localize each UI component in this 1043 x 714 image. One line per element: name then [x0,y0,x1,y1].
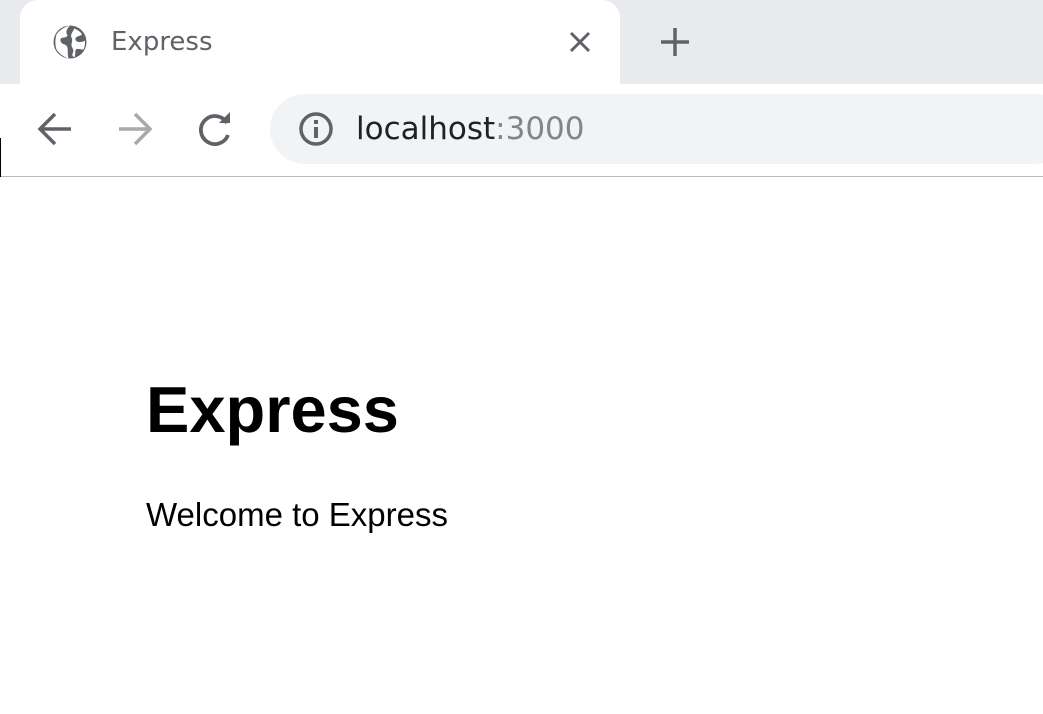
url-port: :3000 [495,111,585,147]
url-text[interactable]: localhost:3000 [356,109,585,149]
tab-express[interactable] [20,0,620,84]
toolbar: localhost:3000 [0,84,1043,177]
back-button[interactable] [35,109,75,149]
globe-icon [53,25,87,59]
address-bar[interactable]: localhost:3000 [270,94,1043,164]
reload-button[interactable] [195,109,235,149]
new-tab-button[interactable] [656,23,694,61]
forward-button[interactable] [115,109,155,149]
info-icon[interactable] [298,111,334,147]
tab-strip: Express [0,0,1043,84]
tab-title: Express [111,27,213,57]
page-content: Express Welcome to Express [0,177,1043,714]
page-title: Express [146,373,399,446]
url-host: localhost [356,111,496,147]
browser-window: Express localhost:3000 Express Welcome t… [0,0,1043,714]
welcome-text: Welcome to Express [146,496,448,533]
close-icon[interactable] [563,25,597,59]
